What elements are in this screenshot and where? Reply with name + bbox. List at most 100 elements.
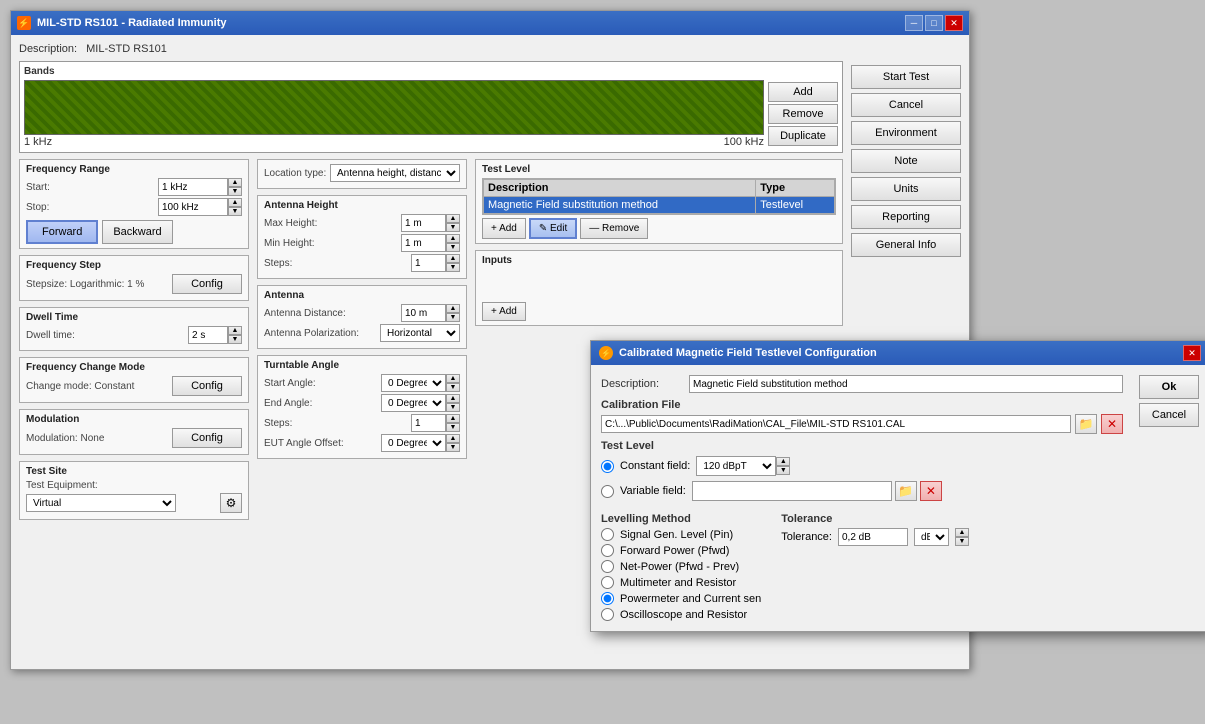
start-spin-down[interactable]: ▼ xyxy=(228,187,242,196)
dialog-title-bar: ⚡ Calibrated Magnetic Field Testlevel Co… xyxy=(591,341,1205,365)
min-height-spin-up[interactable]: ▲ xyxy=(446,234,460,243)
dwell-spin-down[interactable]: ▼ xyxy=(228,335,242,344)
bands-display[interactable] xyxy=(24,80,764,135)
start-test-button[interactable]: Start Test xyxy=(851,65,961,89)
min-height-spin: ▲ ▼ xyxy=(446,234,460,252)
test-level-remove-button[interactable]: — Remove xyxy=(580,218,648,239)
antenna-dist-spin-down[interactable]: ▼ xyxy=(446,313,460,322)
dialog-close-button[interactable]: ✕ xyxy=(1183,345,1201,361)
freq-step-config-button[interactable]: Config xyxy=(172,274,242,294)
dialog-test-level-title: Test Level xyxy=(601,440,1123,452)
tolerance-spin-up[interactable]: ▲ xyxy=(955,528,969,537)
constant-field-select[interactable]: 120 dBpT xyxy=(696,456,776,476)
test-site-settings-button[interactable]: ⚙ xyxy=(220,493,242,513)
multimeter-radio[interactable] xyxy=(601,576,614,589)
stop-input[interactable] xyxy=(158,198,228,216)
bands-labels: 1 kHz 100 kHz xyxy=(24,136,764,148)
location-type-select[interactable]: Antenna height, distance, xyxy=(330,164,460,182)
general-info-button[interactable]: General Info xyxy=(851,233,961,257)
eut-offset-spin-up[interactable]: ▲ xyxy=(446,434,460,443)
turntable-steps-spin-up[interactable]: ▲ xyxy=(446,414,460,423)
minimize-button[interactable]: ─ xyxy=(905,15,923,31)
turntable-steps-input[interactable] xyxy=(411,414,446,432)
powermeter-radio[interactable] xyxy=(601,592,614,605)
min-height-input[interactable] xyxy=(401,234,446,252)
signal-gen-radio[interactable] xyxy=(601,528,614,541)
start-spin-up[interactable]: ▲ xyxy=(228,178,242,187)
backward-button[interactable]: Backward xyxy=(102,220,172,244)
antenna-distance-input[interactable] xyxy=(401,304,446,322)
dialog-cancel-button[interactable]: Cancel xyxy=(1139,403,1199,427)
test-equipment-select[interactable]: Virtual xyxy=(26,494,176,512)
max-height-spin-up[interactable]: ▲ xyxy=(446,214,460,223)
dialog-ok-button[interactable]: Ok xyxy=(1139,375,1199,399)
stop-spin-down[interactable]: ▼ xyxy=(228,207,242,216)
stop-field-row: Stop: ▲ ▼ xyxy=(26,198,242,216)
title-bar-left: ⚡ MIL-STD RS101 - Radiated Immunity xyxy=(17,16,226,30)
maximize-button[interactable]: □ xyxy=(925,15,943,31)
min-height-spin-down[interactable]: ▼ xyxy=(446,243,460,252)
height-steps-input[interactable] xyxy=(411,254,446,272)
turntable-steps-spin-down[interactable]: ▼ xyxy=(446,423,460,432)
eut-offset-label: EUT Angle Offset: xyxy=(264,438,344,449)
variable-field-clear-button[interactable]: ✕ xyxy=(920,481,942,501)
variable-field-radio[interactable] xyxy=(601,485,614,498)
height-steps-spin-down[interactable]: ▼ xyxy=(446,263,460,272)
dialog-description-input[interactable] xyxy=(689,375,1123,393)
environment-button[interactable]: Environment xyxy=(851,121,961,145)
net-power-radio[interactable] xyxy=(601,560,614,573)
note-button[interactable]: Note xyxy=(851,149,961,173)
tolerance-spin-down[interactable]: ▼ xyxy=(955,537,969,546)
max-height-spin-down[interactable]: ▼ xyxy=(446,223,460,232)
eut-offset-spin-down[interactable]: ▼ xyxy=(446,443,460,452)
title-controls: ─ □ ✕ xyxy=(905,15,963,31)
cal-file-clear-button[interactable]: ✕ xyxy=(1101,414,1123,434)
inputs-buttons: + Add xyxy=(482,302,836,321)
eut-offset-select[interactable]: 0 Degree xyxy=(381,434,446,452)
reporting-button[interactable]: Reporting xyxy=(851,205,961,229)
dwell-input[interactable] xyxy=(188,326,228,344)
tolerance-input[interactable] xyxy=(838,528,908,546)
dialog-desc-label: Description: xyxy=(601,378,681,390)
const-spin-down[interactable]: ▼ xyxy=(776,466,790,475)
bands-duplicate-button[interactable]: Duplicate xyxy=(768,126,838,146)
forward-button[interactable]: Forward xyxy=(26,220,98,244)
end-angle-select[interactable]: 0 Degree xyxy=(381,394,446,412)
oscilloscope-radio[interactable] xyxy=(601,608,614,621)
bands-add-button[interactable]: Add xyxy=(768,82,838,102)
close-button[interactable]: ✕ xyxy=(945,15,963,31)
constant-field-radio[interactable] xyxy=(601,460,614,473)
variable-field-browse-button[interactable]: 📁 xyxy=(895,481,917,501)
table-row[interactable]: Magnetic Field substitution method Testl… xyxy=(484,197,835,214)
end-angle-spin-down[interactable]: ▼ xyxy=(446,403,460,412)
cal-file-input[interactable] xyxy=(601,415,1071,433)
description-value: MIL-STD RS101 xyxy=(86,43,167,55)
change-mode-config[interactable]: Config xyxy=(172,376,242,396)
max-height-input[interactable] xyxy=(401,214,446,232)
test-level-add-button[interactable]: + Add xyxy=(482,218,526,239)
main-title-bar: ⚡ MIL-STD RS101 - Radiated Immunity ─ □ … xyxy=(11,11,969,35)
start-angle-spin-down[interactable]: ▼ xyxy=(446,383,460,392)
start-angle-select[interactable]: 0 Degree xyxy=(381,374,446,392)
start-input[interactable] xyxy=(158,178,228,196)
tolerance-unit-select[interactable]: dB xyxy=(914,528,949,546)
height-steps-spin-up[interactable]: ▲ xyxy=(446,254,460,263)
modulation-config[interactable]: Config xyxy=(172,428,242,448)
start-angle-spin-up[interactable]: ▲ xyxy=(446,374,460,383)
antenna-dist-spin-up[interactable]: ▲ xyxy=(446,304,460,313)
const-spin-up[interactable]: ▲ xyxy=(776,457,790,466)
forward-power-radio[interactable] xyxy=(601,544,614,557)
inputs-add-button[interactable]: + Add xyxy=(482,302,526,321)
max-height-input-group: ▲ ▼ xyxy=(401,214,460,232)
test-level-edit-button[interactable]: ✎ Edit xyxy=(529,218,577,239)
multimeter-row: Multimeter and Resistor xyxy=(601,576,761,589)
antenna-pol-select[interactable]: Horizontal xyxy=(380,324,460,342)
variable-field-input[interactable] xyxy=(692,481,892,501)
stop-spin-up[interactable]: ▲ xyxy=(228,198,242,207)
end-angle-spin-up[interactable]: ▲ xyxy=(446,394,460,403)
units-button[interactable]: Units xyxy=(851,177,961,201)
dwell-spin-up[interactable]: ▲ xyxy=(228,326,242,335)
bands-remove-button[interactable]: Remove xyxy=(768,104,838,124)
cancel-button[interactable]: Cancel xyxy=(851,93,961,117)
cal-file-browse-button[interactable]: 📁 xyxy=(1075,414,1097,434)
